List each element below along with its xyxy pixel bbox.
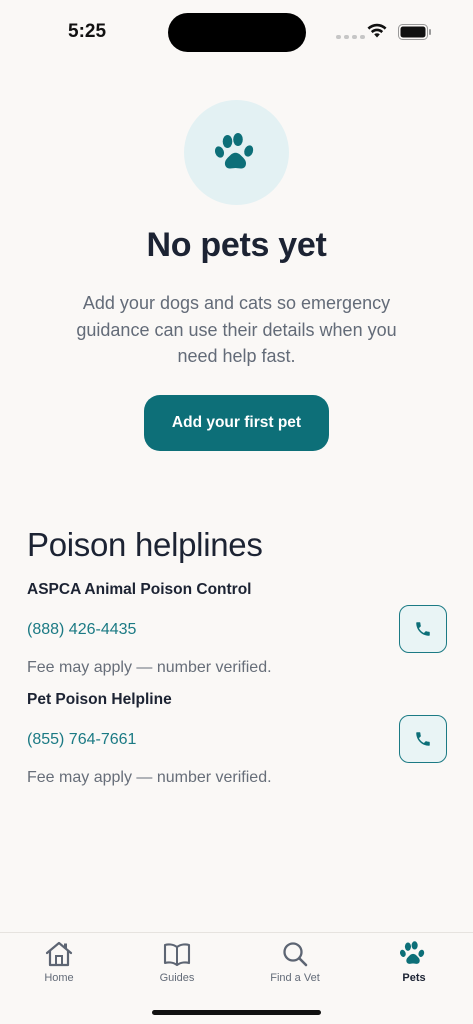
tab-guides[interactable]: Guides <box>118 933 236 993</box>
helpline-name: ASPCA Animal Poison Control <box>27 581 252 598</box>
empty-state-description: Add your dogs and cats so emergency guid… <box>76 293 397 366</box>
battery-icon <box>398 24 431 40</box>
status-time: 5:25 <box>68 21 107 42</box>
home-indicator <box>152 1010 321 1015</box>
wifi-icon <box>367 23 387 38</box>
paw-icon <box>399 940 429 968</box>
phone-icon <box>416 732 430 746</box>
tab-label: Find a Vet <box>270 972 320 984</box>
helpline-phone-link[interactable]: (888) 426-4435 <box>27 621 136 639</box>
house-icon <box>44 940 74 968</box>
call-button[interactable] <box>399 715 447 763</box>
helplines-title: Poison helplines <box>27 526 263 563</box>
helpline-note: Fee may apply — number verified. <box>27 659 272 676</box>
empty-state-title: No pets yet <box>146 226 327 264</box>
paw-icon <box>214 132 253 168</box>
tab-label: Guides <box>159 972 195 984</box>
search-icon <box>280 940 310 968</box>
helpline-note: Fee may apply — number verified. <box>27 769 272 786</box>
cellular-signal-icon <box>336 35 365 39</box>
book-icon <box>162 940 192 968</box>
helpline-name: Pet Poison Helpline <box>27 691 172 708</box>
call-button[interactable] <box>399 605 447 653</box>
status-bar: 5:25 <box>0 0 473 64</box>
dynamic-island <box>168 13 306 52</box>
tab-home[interactable]: Home <box>0 933 118 993</box>
add-first-pet-button[interactable]: Add your first pet <box>144 395 329 451</box>
tab-find-a-vet[interactable]: Find a Vet <box>236 933 354 993</box>
tab-pets[interactable]: Pets <box>355 933 473 993</box>
phone-icon <box>416 622 430 636</box>
helpline-phone-link[interactable]: (855) 764-7661 <box>27 731 136 749</box>
tab-label: Home <box>44 972 74 984</box>
tab-label: Pets <box>402 972 426 984</box>
paw-badge <box>184 100 289 205</box>
